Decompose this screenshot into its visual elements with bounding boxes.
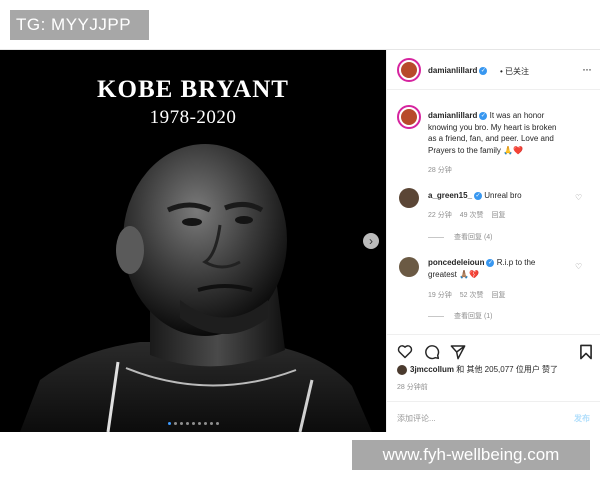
carousel-dot[interactable] [173, 422, 177, 425]
post-comment-button[interactable]: 发布 [574, 413, 590, 424]
carousel-dot[interactable] [209, 422, 213, 425]
post-header: damianlillard ✓ • 已关注 ··· [387, 50, 600, 90]
liker-avatar [397, 364, 407, 375]
comment-icon[interactable] [424, 344, 440, 360]
caption-avatar[interactable] [397, 105, 421, 129]
image-title: KOBE BRYANT [97, 76, 289, 103]
divider [387, 401, 600, 402]
carousel-dot[interactable] [203, 422, 207, 425]
verified-icon: ✓ [479, 66, 488, 75]
commenter-avatar[interactable] [399, 188, 419, 208]
comment-username[interactable]: poncedeleioun [428, 258, 484, 267]
post-media[interactable]: KOBE BRYANT 1978-2020 › [0, 50, 386, 432]
image-years: 1978-2020 [149, 107, 237, 128]
caption-username[interactable]: damianlillard [428, 111, 477, 120]
author-avatar[interactable] [397, 58, 421, 82]
instagram-post: KOBE BRYANT 1978-2020 › damianlillard ✓ •… [0, 49, 600, 432]
reply-button[interactable]: 回复 [491, 292, 505, 299]
comment-text: poncedeleioun ✓ R.i.p to the greatest 🙏🏽💔 [428, 258, 536, 279]
carousel-dot[interactable] [215, 422, 219, 425]
carousel-dot[interactable] [167, 422, 171, 425]
author-username[interactable]: damianlillard ✓ [428, 66, 488, 75]
chevron-right-icon[interactable]: › [363, 233, 379, 249]
reply-button[interactable]: 回复 [491, 212, 505, 219]
watermark: www.fyh-wellbeing.com [352, 440, 590, 470]
heart-icon[interactable] [397, 344, 413, 359]
comment-meta: 19 分钟 52 次赞 回复 [428, 292, 506, 299]
caption: damianlillard ✓ It was an honor knowing y… [428, 111, 557, 155]
comment-username[interactable]: a_green15_ [428, 191, 472, 200]
verified-icon: ✓ [474, 191, 483, 200]
comment-likes[interactable]: 49 次赞 [460, 212, 484, 219]
telegram-tag: TG: MYYJJPP [10, 10, 149, 40]
follow-status[interactable]: • 已关注 [500, 66, 529, 77]
comment-text: a_green15_ ✓ Unreal bro [428, 191, 522, 200]
share-icon[interactable] [450, 344, 466, 360]
carousel-dots [0, 422, 386, 425]
liker-username[interactable]: 3jmccollum [410, 365, 454, 374]
caption-time: 28 分钟 [428, 167, 452, 174]
divider [387, 334, 600, 335]
carousel-dot[interactable] [197, 422, 201, 425]
carousel-dot[interactable] [185, 422, 189, 425]
view-replies-button[interactable]: 查看回复 (4) [428, 232, 493, 242]
post-time: 28 分钟前 [397, 384, 428, 391]
screenshot: TG: MYYJJPP KOBE BRYANT 1978-2020 › dami… [0, 0, 600, 480]
heart-outline-icon[interactable]: ♡ [575, 193, 582, 202]
verified-icon: ✓ [479, 111, 488, 120]
ellipsis-icon[interactable]: ··· [582, 62, 592, 76]
carousel-dot[interactable] [191, 422, 195, 425]
comment-likes[interactable]: 52 次赞 [460, 292, 484, 299]
bookmark-icon[interactable] [579, 344, 593, 360]
commenter-avatar[interactable] [399, 257, 419, 277]
heart-outline-icon[interactable]: ♡ [575, 262, 582, 271]
carousel-dot[interactable] [179, 422, 183, 425]
likes-summary: 3jmccollum 和 其他 205,077 位用户 赞了 [397, 364, 558, 375]
verified-icon: ✓ [486, 258, 495, 267]
add-comment-input[interactable]: 添加评论... [397, 413, 436, 424]
post-actions [387, 342, 600, 362]
post-side-panel: damianlillard ✓ • 已关注 ··· damianlillard ✓ … [386, 50, 600, 432]
view-replies-button[interactable]: 查看回复 (1) [428, 311, 493, 321]
comment-meta: 22 分钟 49 次赞 回复 [428, 212, 506, 219]
